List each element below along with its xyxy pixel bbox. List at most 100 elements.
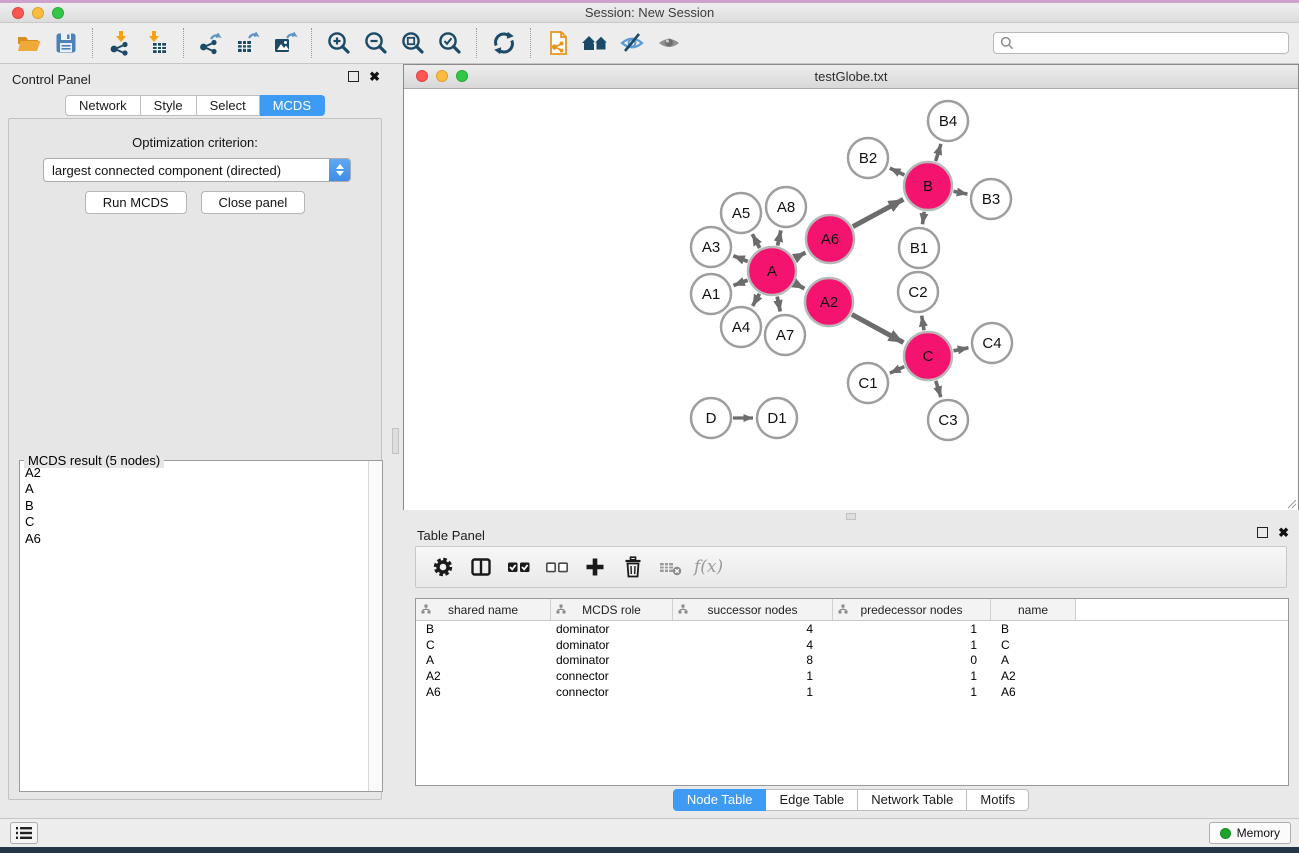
open-file-button[interactable] — [10, 26, 47, 60]
split-pane-handle[interactable] — [846, 513, 856, 520]
tab-node-table[interactable]: Node Table — [673, 789, 767, 811]
tab-motifs[interactable]: Motifs — [967, 789, 1029, 811]
graph-node-label: A2 — [820, 294, 838, 311]
column-header-shared-name[interactable]: shared name — [416, 599, 551, 620]
graph-edge-A2-C[interactable] — [852, 314, 904, 342]
table-row[interactable]: Bdominator41B — [416, 621, 1288, 637]
tab-select[interactable]: Select — [197, 95, 260, 116]
column-header-successor-nodes[interactable]: successor nodes — [673, 599, 833, 620]
column-header-name[interactable]: name — [991, 599, 1076, 620]
graph-edge-A-A3[interactable] — [733, 256, 747, 262]
table-row[interactable]: Adominator80A — [416, 653, 1288, 669]
close-network-icon[interactable] — [416, 70, 428, 82]
mcds-result-item[interactable]: A6 — [21, 531, 366, 547]
mcds-result-item[interactable]: C — [21, 514, 366, 530]
graph-edge-A-A2[interactable] — [795, 283, 805, 288]
graph-edge-A-A8[interactable] — [778, 230, 781, 245]
split-pane-handle[interactable] — [392, 428, 399, 454]
mcds-result-item[interactable]: A — [21, 481, 366, 497]
zoom-in-button[interactable] — [320, 26, 357, 60]
graph-edge-A-A6[interactable] — [795, 253, 806, 259]
float-panel-icon[interactable] — [348, 71, 359, 82]
deselect-all-button[interactable] — [538, 550, 576, 584]
dropdown-stepper-icon[interactable] — [329, 159, 350, 181]
table-settings-button[interactable] — [424, 550, 462, 584]
memory-label: Memory — [1237, 826, 1280, 840]
export-table-button[interactable] — [229, 26, 266, 60]
toolbar-separator — [183, 28, 184, 58]
table-cell: 4 — [673, 622, 833, 636]
graph-edge-C-C2[interactable] — [922, 316, 924, 331]
close-panel-icon[interactable]: ✖ — [369, 71, 380, 82]
run-mcds-button[interactable]: Run MCDS — [85, 191, 187, 214]
graph-edge-C-C1[interactable] — [890, 367, 904, 373]
task-history-button[interactable] — [10, 822, 38, 844]
delete-table-button — [652, 550, 690, 584]
export-network-button[interactable] — [192, 26, 229, 60]
minimize-window-icon[interactable] — [32, 7, 44, 19]
graph-edge-C-C3[interactable] — [936, 381, 941, 397]
select-all-icon — [506, 555, 532, 579]
table-row[interactable]: Cdominator41C — [416, 637, 1288, 653]
tab-network[interactable]: Network — [65, 95, 141, 116]
mcds-result-item[interactable]: B — [21, 498, 366, 514]
table-row[interactable]: A6connector11A6 — [416, 684, 1288, 700]
close-panel-button[interactable]: Close panel — [201, 191, 306, 214]
maximize-network-icon[interactable] — [456, 70, 468, 82]
close-window-icon[interactable] — [12, 7, 24, 19]
tab-network-table[interactable]: Network Table — [858, 789, 967, 811]
tab-style[interactable]: Style — [141, 95, 197, 116]
column-header-predecessor-nodes[interactable]: predecessor nodes — [833, 599, 991, 620]
graph-edge-A-A5[interactable] — [752, 234, 759, 248]
hide-selected-button[interactable] — [613, 26, 650, 60]
column-header-MCDS-role[interactable]: MCDS role — [551, 599, 673, 620]
close-table-panel-icon[interactable]: ✖ — [1278, 527, 1289, 538]
import-table-button[interactable] — [138, 26, 175, 60]
memory-button[interactable]: Memory — [1209, 822, 1291, 844]
graph-edge-B-B2[interactable] — [890, 168, 905, 175]
create-column-button[interactable] — [576, 550, 614, 584]
graph-edge-B-B4[interactable] — [936, 144, 941, 161]
export-image-button[interactable] — [266, 26, 303, 60]
graph-edge-C-C4[interactable] — [953, 348, 968, 351]
zoom-out-button[interactable] — [357, 26, 394, 60]
table-cell: A2 — [416, 669, 551, 683]
resize-grip-icon[interactable] — [1286, 498, 1297, 509]
tab-edge-table[interactable]: Edge Table — [766, 789, 858, 811]
scrollbar[interactable] — [368, 461, 382, 791]
optimization-criterion-dropdown[interactable]: largest connected component (directed) — [43, 158, 351, 182]
control-panel-tabs: NetworkStyleSelectMCDS — [65, 95, 325, 116]
show-hidden-button[interactable] — [650, 26, 687, 60]
maximize-window-icon[interactable] — [52, 7, 64, 19]
save-session-button[interactable] — [47, 26, 84, 60]
network-document-button[interactable] — [539, 26, 576, 60]
network-window-titlebar[interactable]: testGlobe.txt — [404, 65, 1298, 89]
graph-node-label: A5 — [732, 205, 750, 222]
float-table-panel-icon[interactable] — [1257, 527, 1268, 538]
graph-node-label: A1 — [702, 286, 720, 303]
home-views-button[interactable] — [576, 26, 613, 60]
minimize-network-icon[interactable] — [436, 70, 448, 82]
mcds-result-item[interactable]: A2 — [21, 465, 366, 481]
network-canvas[interactable]: B4B2BB3A5A8A6B1A3AA1C2A2A4A7C4CC1C3DD1 — [404, 89, 1298, 510]
refresh-layout-button[interactable] — [485, 26, 522, 60]
tab-mcds[interactable]: MCDS — [260, 95, 325, 116]
search-box[interactable] — [993, 32, 1289, 54]
delete-column-button[interactable] — [614, 550, 652, 584]
graph-edge-B-B1[interactable] — [922, 212, 924, 225]
table-row[interactable]: A2connector11A2 — [416, 668, 1288, 684]
graph-edge-A-A7[interactable] — [777, 296, 780, 311]
graph-edge-A-A1[interactable] — [733, 280, 747, 285]
desktop-edge-bottom — [0, 847, 1299, 853]
graph-edge-B-B3[interactable] — [953, 191, 967, 194]
import-network-button[interactable] — [101, 26, 138, 60]
zoom-out-icon — [363, 30, 389, 56]
graph-edge-A6-B[interactable] — [853, 199, 904, 226]
zoom-fit-button[interactable] — [394, 26, 431, 60]
select-all-button[interactable] — [500, 550, 538, 584]
search-input[interactable] — [1018, 35, 1282, 51]
zoom-selected-button[interactable] — [431, 26, 468, 60]
graph-edge-A-A4[interactable] — [753, 294, 760, 306]
table-panel: Table Panel ✖ f(x) shared nameMCDS roles… — [403, 520, 1299, 812]
show-columns-button[interactable] — [462, 550, 500, 584]
